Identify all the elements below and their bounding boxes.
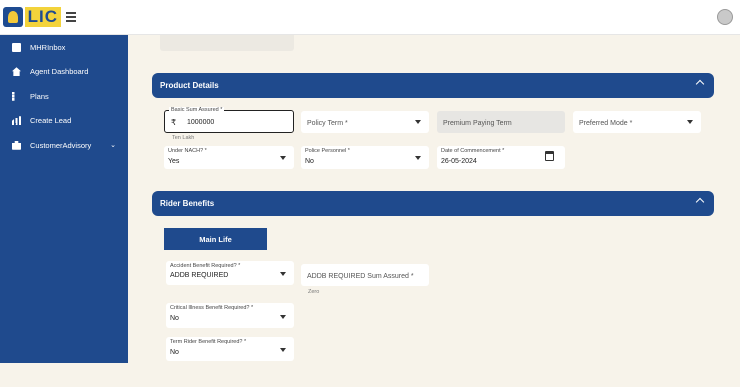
accident-benefit-select[interactable]: Accident Benefit Required? * ADDB REQUIR… — [166, 261, 294, 285]
dropdown-arrow-icon — [415, 156, 421, 160]
basic-sum-assured-field[interactable]: Basic Sum Assured * ₹ 1000000 — [164, 107, 294, 133]
top-bar: LIC — [0, 0, 740, 35]
tab-label: Main Life — [199, 234, 232, 244]
police-personnel-select[interactable]: Police Personnel * No — [301, 146, 429, 169]
field-label: Under NACH? * — [168, 148, 207, 154]
product-details-header[interactable]: Product Details — [152, 73, 714, 98]
field-value: No — [170, 315, 179, 322]
field-placeholder: Preferred Mode * — [579, 120, 633, 127]
dropdown-arrow-icon — [280, 348, 286, 352]
grid-icon — [12, 91, 15, 101]
chevron-up-icon — [695, 197, 705, 207]
field-value: Yes — [168, 158, 180, 165]
field-value: ADDB REQUIRED — [170, 272, 229, 279]
addb-helper-text: Zero — [308, 289, 320, 295]
sidebar-item-create-lead[interactable]: Create Lead — [0, 109, 128, 134]
dropdown-arrow-icon — [280, 315, 286, 319]
dropdown-arrow-icon — [280, 156, 286, 160]
premium-paying-term-field: Premium Paying Term — [437, 111, 565, 133]
chevron-down-icon: ⌄ — [110, 142, 116, 150]
sidebar-item-label: Agent Dashboard — [30, 67, 89, 77]
dropdown-arrow-icon — [280, 272, 286, 276]
critical-illness-select[interactable]: Critical Illness Benefit Required? * No — [166, 303, 294, 328]
rider-benefits-header[interactable]: Rider Benefits — [152, 191, 714, 216]
field-placeholder: ADDB REQUIRED Sum Assured * — [307, 273, 414, 280]
sidebar-item-agent-dashboard[interactable]: Agent Dashboard — [0, 60, 128, 85]
chevron-up-icon — [695, 79, 705, 89]
section-title: Rider Benefits — [160, 199, 215, 208]
addb-sum-assured-field[interactable]: ADDB REQUIRED Sum Assured * — [301, 264, 429, 286]
sum-assured-helper-text: Ten Lakh — [172, 135, 195, 141]
field-label: Accident Benefit Required? * — [170, 263, 241, 269]
user-avatar-icon[interactable] — [717, 9, 733, 25]
home-icon — [12, 67, 21, 77]
sidebar-item-label: Plans — [30, 91, 49, 101]
briefcase-icon — [12, 140, 21, 150]
sidebar-item-label: CustomerAdvisory — [30, 140, 92, 150]
sidebar: MHRInbox Agent Dashboard Plans Create Le… — [0, 35, 128, 363]
field-label: Term Rider Benefit Required? * — [170, 339, 247, 345]
field-placeholder: Policy Term * — [307, 120, 348, 127]
lic-logo[interactable]: LIC — [3, 3, 61, 31]
sidebar-item-plans[interactable]: Plans — [0, 84, 128, 109]
inbox-icon — [12, 42, 21, 52]
field-label: Basic Sum Assured * — [169, 107, 225, 113]
term-rider-select[interactable]: Term Rider Benefit Required? * No — [166, 337, 294, 361]
previous-section-card — [160, 35, 294, 51]
under-nach-select[interactable]: Under NACH? * Yes — [164, 146, 294, 169]
logo-text: LIC — [24, 7, 61, 27]
field-label: Date of Commencement * — [441, 148, 505, 154]
sidebar-item-label: Create Lead — [30, 116, 72, 126]
dropdown-arrow-icon — [415, 120, 421, 124]
section-title: Product Details — [160, 81, 219, 90]
field-value: No — [305, 158, 314, 165]
bar-chart-icon — [12, 116, 21, 126]
field-value: No — [170, 349, 179, 356]
rupee-icon: ₹ — [171, 118, 177, 127]
hamburger-menu-icon[interactable] — [66, 12, 76, 22]
sidebar-item-label: MHRInbox — [30, 42, 66, 52]
sidebar-item-mhrinbox[interactable]: MHRInbox — [0, 35, 128, 60]
sidebar-item-customer-advisory[interactable]: CustomerAdvisory ⌄ — [0, 133, 128, 158]
field-label: Critical Illness Benefit Required? * — [170, 305, 254, 311]
dropdown-arrow-icon — [687, 120, 693, 124]
field-value: 1000000 — [187, 119, 215, 126]
preferred-mode-select[interactable]: Preferred Mode * — [573, 111, 701, 133]
lic-emblem-icon — [3, 7, 23, 27]
tab-main-life[interactable]: Main Life — [164, 228, 267, 250]
calendar-icon[interactable] — [545, 151, 554, 161]
policy-term-select[interactable]: Policy Term * — [301, 111, 429, 133]
field-label: Police Personnel * — [305, 148, 350, 154]
date-of-commencement-field[interactable]: Date of Commencement * 26-05-2024 — [437, 146, 565, 169]
field-value: 26-05-2024 — [441, 158, 477, 165]
field-placeholder: Premium Paying Term — [443, 120, 512, 127]
page-bottom-strip — [0, 363, 740, 387]
